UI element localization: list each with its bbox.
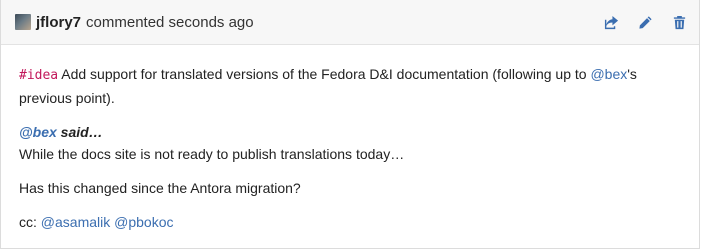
comment-card: jflory7 commented seconds ago #idea Add … [0, 0, 700, 249]
comment-header: jflory7 commented seconds ago [1, 0, 699, 45]
mention-asamalik[interactable]: @asamalik [41, 214, 110, 230]
quote-header: @bex said… [19, 124, 103, 140]
quote-text: While the docs site is not ready to publ… [19, 146, 405, 162]
trash-icon[interactable] [671, 14, 687, 30]
share-icon[interactable] [603, 14, 619, 30]
comment-question: Has this changed since the Antora migrat… [19, 180, 301, 196]
cc-line: cc: @asamalik @pbokoc [19, 214, 174, 230]
comment-body: #idea Add support for translated version… [1, 45, 699, 233]
comment-timestamp: commented seconds ago [86, 13, 254, 31]
pencil-icon[interactable] [637, 14, 653, 30]
comment-author[interactable]: jflory7 [36, 14, 81, 31]
idea-tag[interactable]: #idea [19, 68, 58, 83]
mention-bex[interactable]: @bex [590, 66, 627, 82]
mention-pbokoc[interactable]: @pbokoc [114, 214, 173, 230]
avatar[interactable] [15, 14, 31, 30]
comment-actions [603, 14, 687, 30]
quote-mention-bex[interactable]: @bex [19, 124, 57, 140]
comment-intro: #idea Add support for translated version… [19, 66, 637, 106]
